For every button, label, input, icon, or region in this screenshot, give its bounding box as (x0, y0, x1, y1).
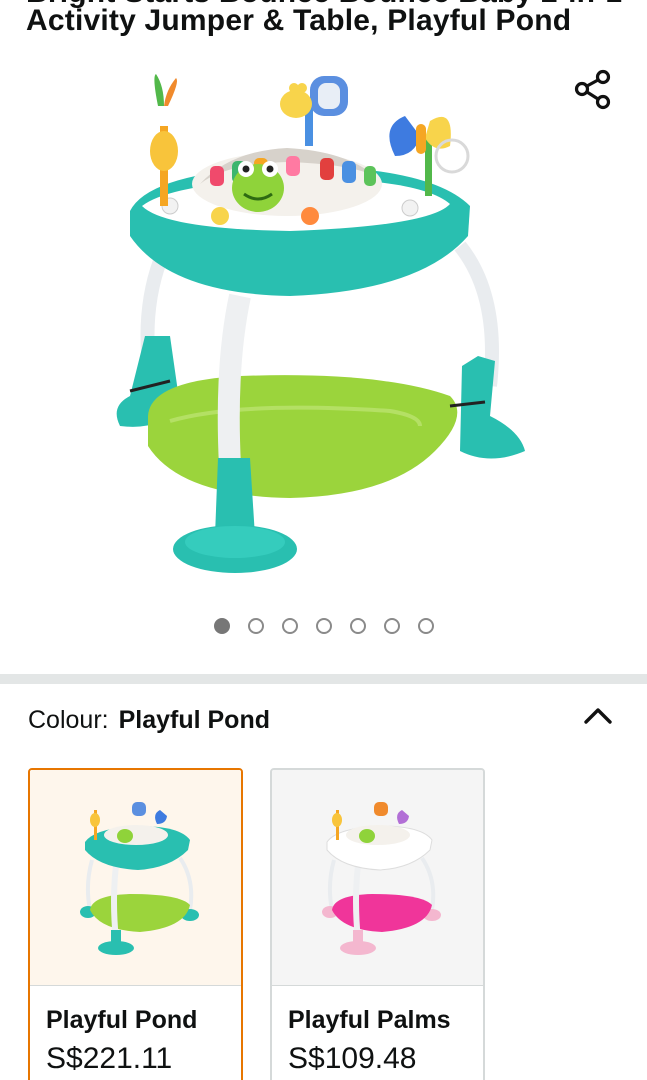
share-button[interactable] (570, 66, 620, 116)
colour-option-thumbnail (30, 770, 241, 985)
product-image[interactable] (90, 66, 560, 586)
carousel-dot-3[interactable] (282, 618, 298, 634)
colour-option-playful-pond[interactable]: Playful Pond S$221.11 (28, 768, 243, 1080)
colour-option-name: Playful Palms (288, 1006, 451, 1034)
image-carousel-dots (0, 616, 647, 636)
section-divider (0, 674, 647, 684)
colour-option-playful-palms[interactable]: Playful Palms S$109.48 (270, 768, 485, 1080)
colour-selector-header: Colour: Playful Pond (28, 706, 270, 735)
colour-option-thumbnail (272, 770, 483, 985)
carousel-dot-4[interactable] (316, 618, 332, 634)
colour-option-price: S$221.11 (46, 1042, 173, 1075)
swatch-divider (272, 985, 483, 986)
carousel-dot-1[interactable] (214, 618, 230, 634)
swatch-divider (30, 985, 241, 986)
colour-option-price: S$109.48 (288, 1042, 417, 1075)
carousel-dot-2[interactable] (248, 618, 264, 634)
share-icon (574, 69, 611, 110)
product-title-line-2: Activity Jumper & Table, Playful Pond (26, 4, 572, 37)
colour-selected-value: Playful Pond (118, 706, 270, 734)
colour-option-name: Playful Pond (46, 1006, 198, 1034)
chevron-up-icon (584, 708, 612, 724)
colour-label: Colour: (28, 706, 109, 734)
product-title: Bright Starts Bounce Bounce Baby 2-in-1 … (0, 0, 647, 60)
carousel-dot-6[interactable] (384, 618, 400, 634)
carousel-dot-5[interactable] (350, 618, 366, 634)
activity-jumper-illustration (116, 74, 525, 573)
carousel-dot-7[interactable] (418, 618, 434, 634)
collapse-colour-button[interactable] (576, 696, 620, 736)
